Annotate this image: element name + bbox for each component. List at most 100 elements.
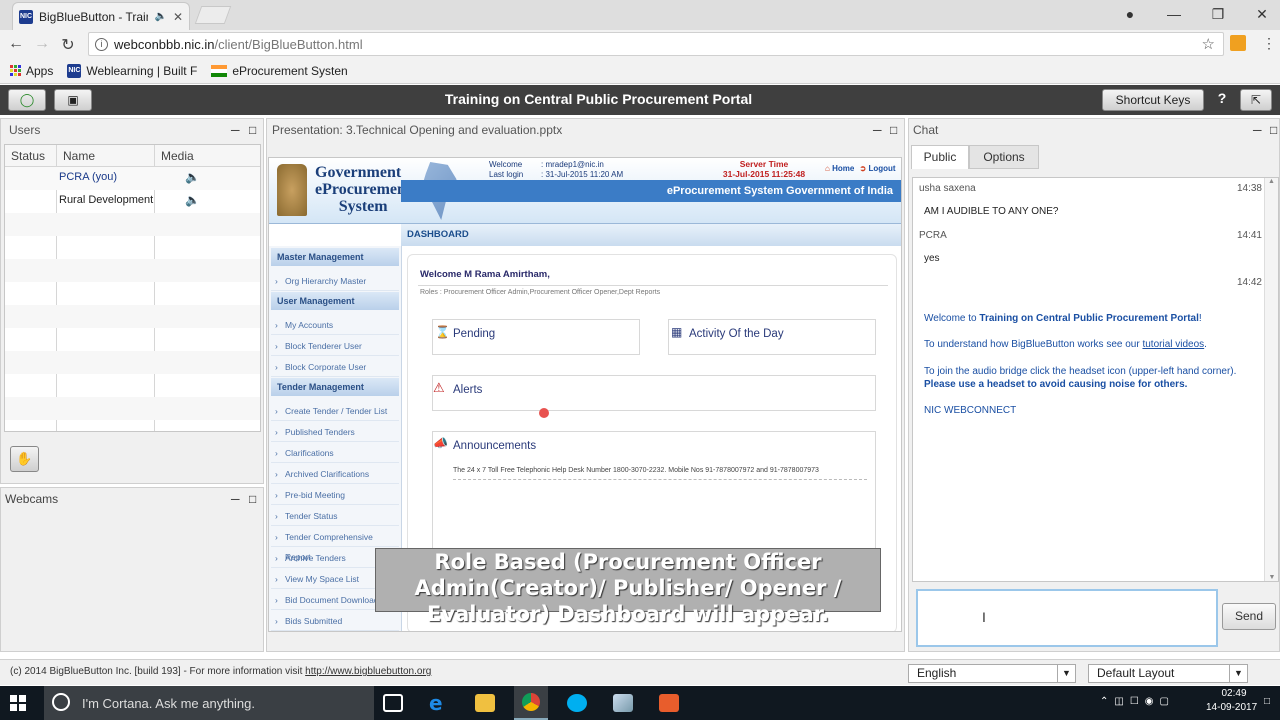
cortana-icon — [52, 693, 70, 711]
language-select[interactable]: English ▼ — [908, 664, 1076, 683]
chat-scrollbar[interactable]: ▲ ▼ — [1264, 178, 1278, 581]
address-bar[interactable]: i webconbbb.nic.in/client/BigBlueButton.… — [88, 32, 1224, 56]
home-link[interactable]: Home — [832, 164, 854, 173]
browser-tab[interactable]: NIC BigBlueButton - Traini 🔈 ✕ — [12, 2, 190, 30]
extension-icon[interactable] — [1230, 35, 1246, 51]
nav-item[interactable]: › Tender Comprehensive Report — [271, 527, 399, 562]
tutorial-link[interactable]: tutorial videos — [1142, 339, 1204, 350]
nav-item[interactable]: › Create Tender / Tender List — [271, 401, 399, 421]
skype-icon[interactable] — [567, 694, 587, 712]
bookmark-star-icon[interactable]: ☆ — [1202, 35, 1215, 53]
nav-item[interactable]: › Org Hierarchy Master — [271, 271, 399, 291]
task-view-icon[interactable] — [383, 694, 403, 712]
send-button[interactable]: Send — [1222, 603, 1276, 630]
help-button[interactable]: ? — [1212, 90, 1232, 106]
logout-icon: ➲ — [859, 164, 867, 173]
back-icon[interactable]: ← — [6, 35, 26, 53]
minimize-panel-icon[interactable]: ─ — [231, 119, 240, 141]
welcome-user: Welcome M Rama Amirtham, — [420, 269, 550, 280]
bbb-link[interactable]: http://www.bigbluebutton.org — [305, 666, 431, 677]
announcements-title[interactable]: Announcements — [453, 440, 536, 452]
chrome-taskbar-button[interactable] — [514, 686, 548, 720]
tab-close-icon[interactable]: ✕ — [173, 10, 183, 24]
logout-button[interactable]: ⇱ — [1240, 89, 1272, 111]
cortana-placeholder: I'm Cortana. Ask me anything. — [82, 696, 256, 711]
office-icon[interactable] — [659, 694, 679, 712]
minimize-panel-icon[interactable]: ─ — [231, 488, 240, 510]
close-window-icon[interactable]: ✕ — [1252, 4, 1272, 24]
nav-item[interactable]: › Bids Submitted — [271, 611, 399, 631]
nav-bullet-icon: › — [275, 469, 278, 479]
cortana-search[interactable]: I'm Cortana. Ask me anything. — [44, 686, 374, 720]
nav-item[interactable]: › Block Corporate User — [271, 357, 399, 377]
maximize-panel-icon[interactable]: □ — [890, 119, 897, 141]
nav-bullet-icon: › — [275, 553, 278, 563]
pending-title[interactable]: Pending — [453, 328, 495, 340]
nav-section-header[interactable]: User Management — [271, 292, 399, 310]
scroll-up-icon[interactable]: ▲ — [1265, 178, 1278, 185]
nav-item[interactable]: › Archived Clarifications — [271, 464, 399, 484]
app-icon[interactable] — [613, 694, 633, 712]
minimize-icon[interactable]: — — [1164, 4, 1184, 24]
text-cursor-icon: I — [982, 609, 986, 625]
new-tab-button[interactable] — [194, 6, 232, 24]
welcome-message: Welcome to Training on Central Public Pr… — [924, 313, 1202, 324]
bookmark-eprocurement[interactable]: eProcurement Systen — [211, 64, 348, 78]
maximize-icon[interactable]: ❐ — [1208, 4, 1228, 24]
system-tray[interactable]: ⌃◫☐◉▢ — [1100, 696, 1175, 707]
alerts-title[interactable]: Alerts — [453, 384, 482, 396]
info-icon[interactable]: i — [95, 37, 108, 51]
forward-icon[interactable]: → — [32, 35, 52, 53]
taskbar: I'm Cortana. Ask me anything. e ⌃◫☐◉▢ 02… — [0, 686, 1280, 720]
nav-item[interactable]: › Published Tenders — [271, 422, 399, 442]
nav-item[interactable]: › Block Tenderer User — [271, 336, 399, 356]
chat-input[interactable]: I — [916, 589, 1218, 647]
nav-bullet-icon: › — [275, 532, 278, 542]
tab-public[interactable]: Public — [911, 145, 969, 169]
nav-item[interactable]: › Tender Status — [271, 506, 399, 526]
clock[interactable]: 02:49 14-09-2017 — [1206, 688, 1257, 713]
speaker-muted-icon[interactable]: 🔈 — [185, 170, 200, 184]
maximize-panel-icon[interactable]: □ — [249, 488, 256, 510]
menu-icon[interactable]: ⋮ — [1262, 35, 1276, 52]
bookmark-weblearning[interactable]: NIC Weblearning | Built F — [67, 63, 197, 78]
maximize-panel-icon[interactable]: □ — [249, 119, 256, 141]
nav-item[interactable]: › Clarifications — [271, 443, 399, 463]
nav-section-header[interactable]: Master Management — [271, 248, 399, 266]
chat-panel-title: Chat — [913, 123, 939, 137]
user-row[interactable]: Rural Development 🔈 — [5, 190, 260, 213]
edge-icon[interactable]: e — [429, 691, 449, 715]
profile-icon[interactable]: ● — [1120, 4, 1140, 24]
reload-icon[interactable]: ↻ — [58, 35, 78, 55]
logout-link[interactable]: Logout — [868, 164, 895, 173]
minimize-panel-icon[interactable]: ─ — [1253, 119, 1262, 141]
home-icon: ⌂ — [825, 164, 830, 173]
notifications-icon[interactable]: □ — [1264, 696, 1270, 707]
megaphone-icon: 📣 — [433, 436, 448, 450]
emblem-icon — [277, 164, 307, 216]
logo-line: System — [338, 198, 388, 215]
column-header-status[interactable]: Status — [11, 149, 45, 163]
maximize-panel-icon[interactable]: □ — [1270, 119, 1277, 141]
nav-section-header[interactable]: Tender Management — [271, 378, 399, 396]
tab-options[interactable]: Options — [969, 145, 1039, 169]
speaker-icon[interactable]: 🔈 — [154, 11, 166, 22]
column-header-media[interactable]: Media — [161, 149, 194, 163]
nav-item[interactable]: › My Accounts — [271, 315, 399, 335]
windows-start-icon[interactable] — [10, 695, 26, 711]
bookmark-apps[interactable]: Apps — [10, 64, 53, 78]
speaker-muted-icon[interactable]: 🔈 — [185, 193, 200, 207]
file-explorer-icon[interactable] — [475, 694, 495, 712]
column-header-name[interactable]: Name — [63, 149, 95, 163]
nav-item[interactable]: › Pre-bid Meeting — [271, 485, 399, 505]
chat-time: 14:41 — [1236, 230, 1262, 241]
activity-title[interactable]: Activity Of the Day — [689, 328, 784, 340]
raise-hand-button[interactable]: ✋ — [10, 446, 39, 472]
user-row[interactable]: PCRA (you) 🔈 — [5, 167, 260, 190]
layout-select[interactable]: Default Layout ▼ — [1088, 664, 1248, 683]
url-path: /client/BigBlueButton.html — [214, 36, 363, 52]
minimize-panel-icon[interactable]: ─ — [873, 119, 882, 141]
scroll-down-icon[interactable]: ▼ — [1265, 574, 1279, 581]
last-login-label: Last login — [489, 170, 524, 179]
shortcut-keys-button[interactable]: Shortcut Keys — [1102, 89, 1204, 111]
